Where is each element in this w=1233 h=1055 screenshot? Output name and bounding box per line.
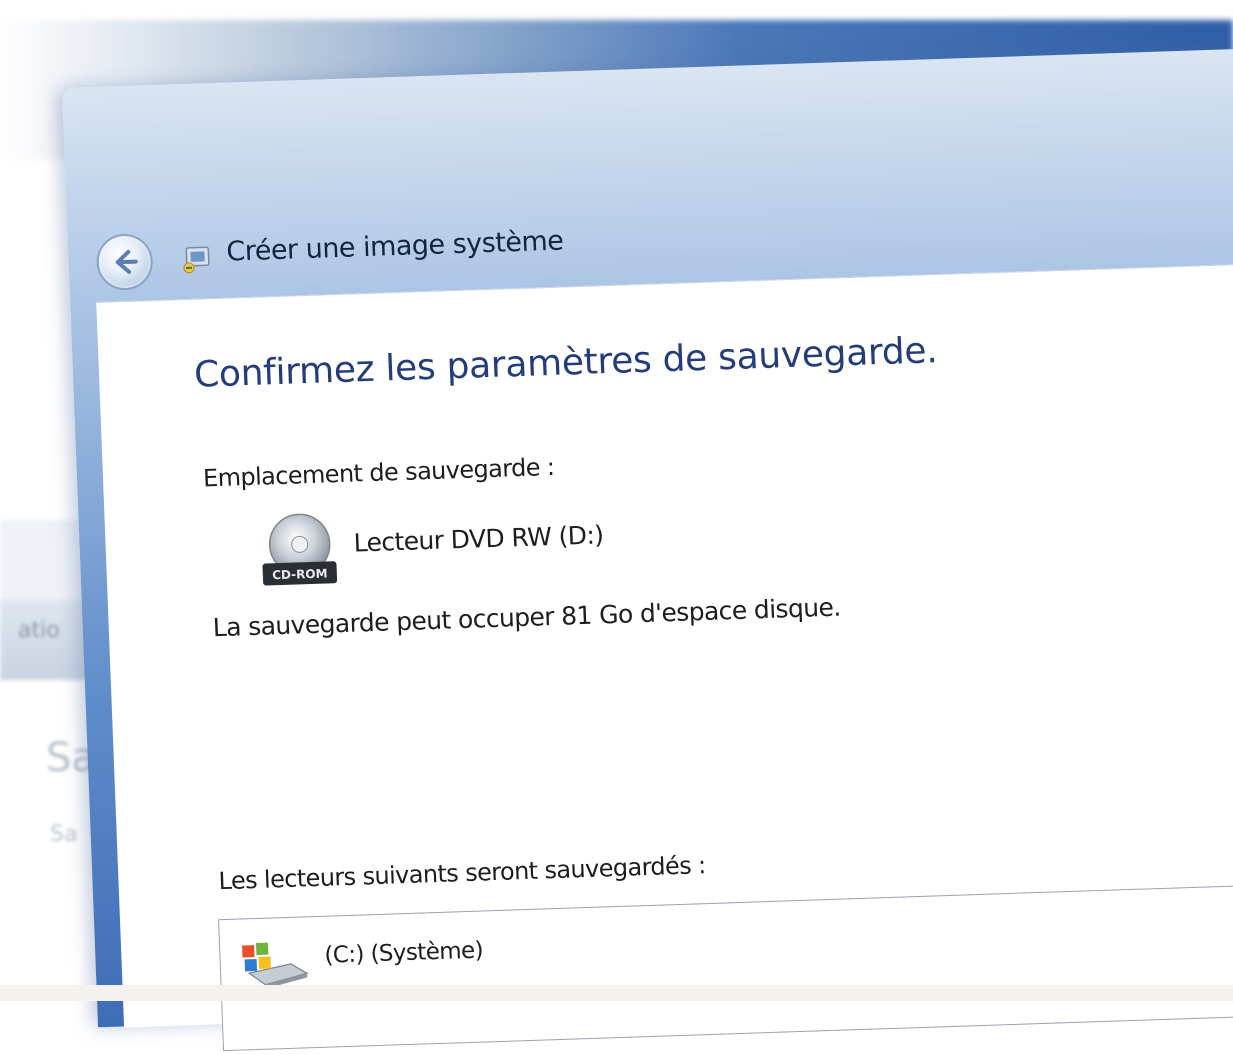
window-title: Créer une image système (225, 225, 564, 268)
drive-item-label: (C:) (Système) (324, 937, 484, 969)
background-text-fragment: atio (18, 618, 60, 643)
bottom-edge (0, 985, 1233, 1001)
page-heading: Confirmez les paramètres de sauvegarde. (193, 330, 939, 396)
drives-to-backup-label: Les lecteurs suivants seront sauvegardés… (218, 851, 707, 896)
create-system-image-dialog: Créer une image système Confirmez les pa… (62, 47, 1233, 1052)
backup-drive-name: Lecteur DVD RW (D:) (353, 520, 604, 558)
system-drive-icon (242, 942, 309, 989)
backup-size-text: La sauvegarde peut occuper 81 Go d'espac… (212, 592, 842, 643)
back-arrow-icon (115, 249, 138, 274)
cd-rom-drive-icon: CD-ROM (262, 513, 338, 586)
image-backup-icon (183, 246, 210, 274)
dialog-content: Confirmez les paramètres de sauvegarde. … (96, 262, 1233, 1052)
background-text-fragment: Sa (50, 822, 78, 847)
cd-rom-badge: CD-ROM (272, 566, 328, 582)
list-item[interactable]: (C:) (Système) (219, 884, 1233, 990)
drives-list[interactable]: (C:) (Système) (218, 882, 1233, 1052)
backup-location-label: Emplacement de sauvegarde : (202, 452, 555, 493)
back-button[interactable] (95, 233, 154, 291)
